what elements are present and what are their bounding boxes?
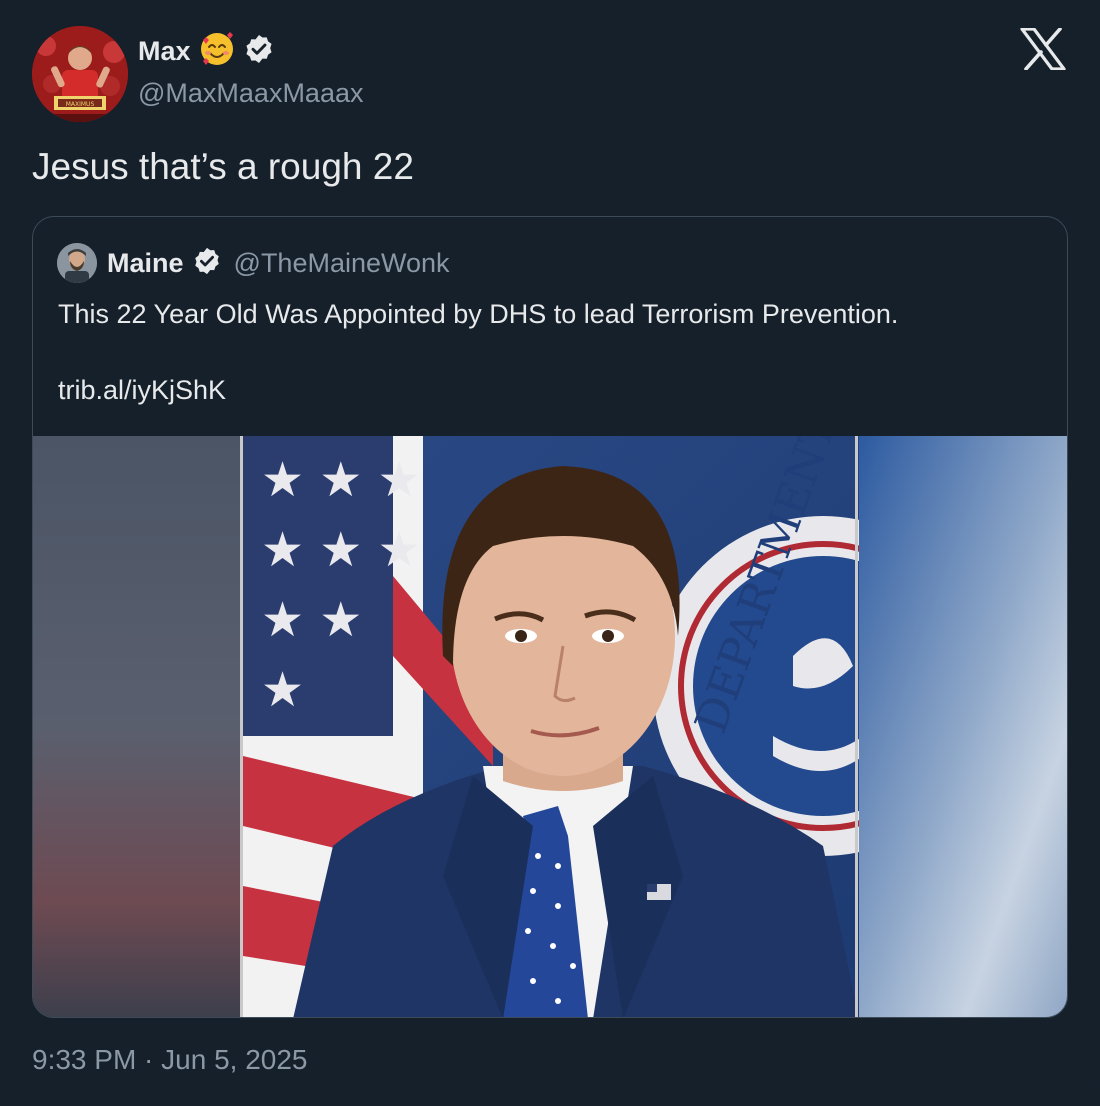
quoted-display-name[interactable]: Maine xyxy=(107,248,184,279)
tweet-card: MAXIMUS Max @MaxMaaxMaaax Jesus that’s a… xyxy=(0,0,1100,1106)
tweet-timestamp[interactable]: 9:33 PM · Jun 5, 2025 xyxy=(32,1044,308,1076)
author-handle[interactable]: @MaxMaaxMaaax xyxy=(138,78,363,109)
avatar-sign-text: MAXIMUS xyxy=(66,101,95,108)
author-name-row: Max xyxy=(138,31,275,72)
svg-text:★ ★ ★: ★ ★ ★ xyxy=(261,522,421,578)
quoted-author-avatar[interactable] xyxy=(57,243,97,283)
svg-text:★ ★ ★: ★ ★ ★ xyxy=(261,452,421,508)
quoted-link[interactable]: trib.al/iyKjShK xyxy=(58,375,226,406)
verified-badge-icon xyxy=(192,246,222,281)
svg-text:★ ★: ★ ★ xyxy=(261,592,362,648)
quoted-text: This 22 Year Old Was Appointed by DHS to… xyxy=(58,299,899,329)
author-avatar[interactable]: MAXIMUS xyxy=(32,26,128,122)
tweet-text: Jesus that’s a rough 22 xyxy=(32,146,414,187)
quoted-tweet[interactable]: Maine @TheMaineWonk This 22 Year Old Was… xyxy=(32,216,1068,1018)
quoted-name-row: Maine @TheMaineWonk xyxy=(107,243,450,283)
svg-text:★: ★ xyxy=(261,662,304,718)
verified-badge-icon xyxy=(243,33,275,70)
quoted-media-image[interactable]: ★ ★ ★ ★ ★ ★ ★ ★ ★ DEPARTMENT xyxy=(33,436,1067,1017)
quoted-handle[interactable]: @TheMaineWonk xyxy=(234,248,450,279)
smiling-face-with-hearts-icon xyxy=(199,31,235,72)
author-display-name[interactable]: Max xyxy=(138,36,191,67)
x-logo-icon[interactable] xyxy=(1020,27,1066,71)
